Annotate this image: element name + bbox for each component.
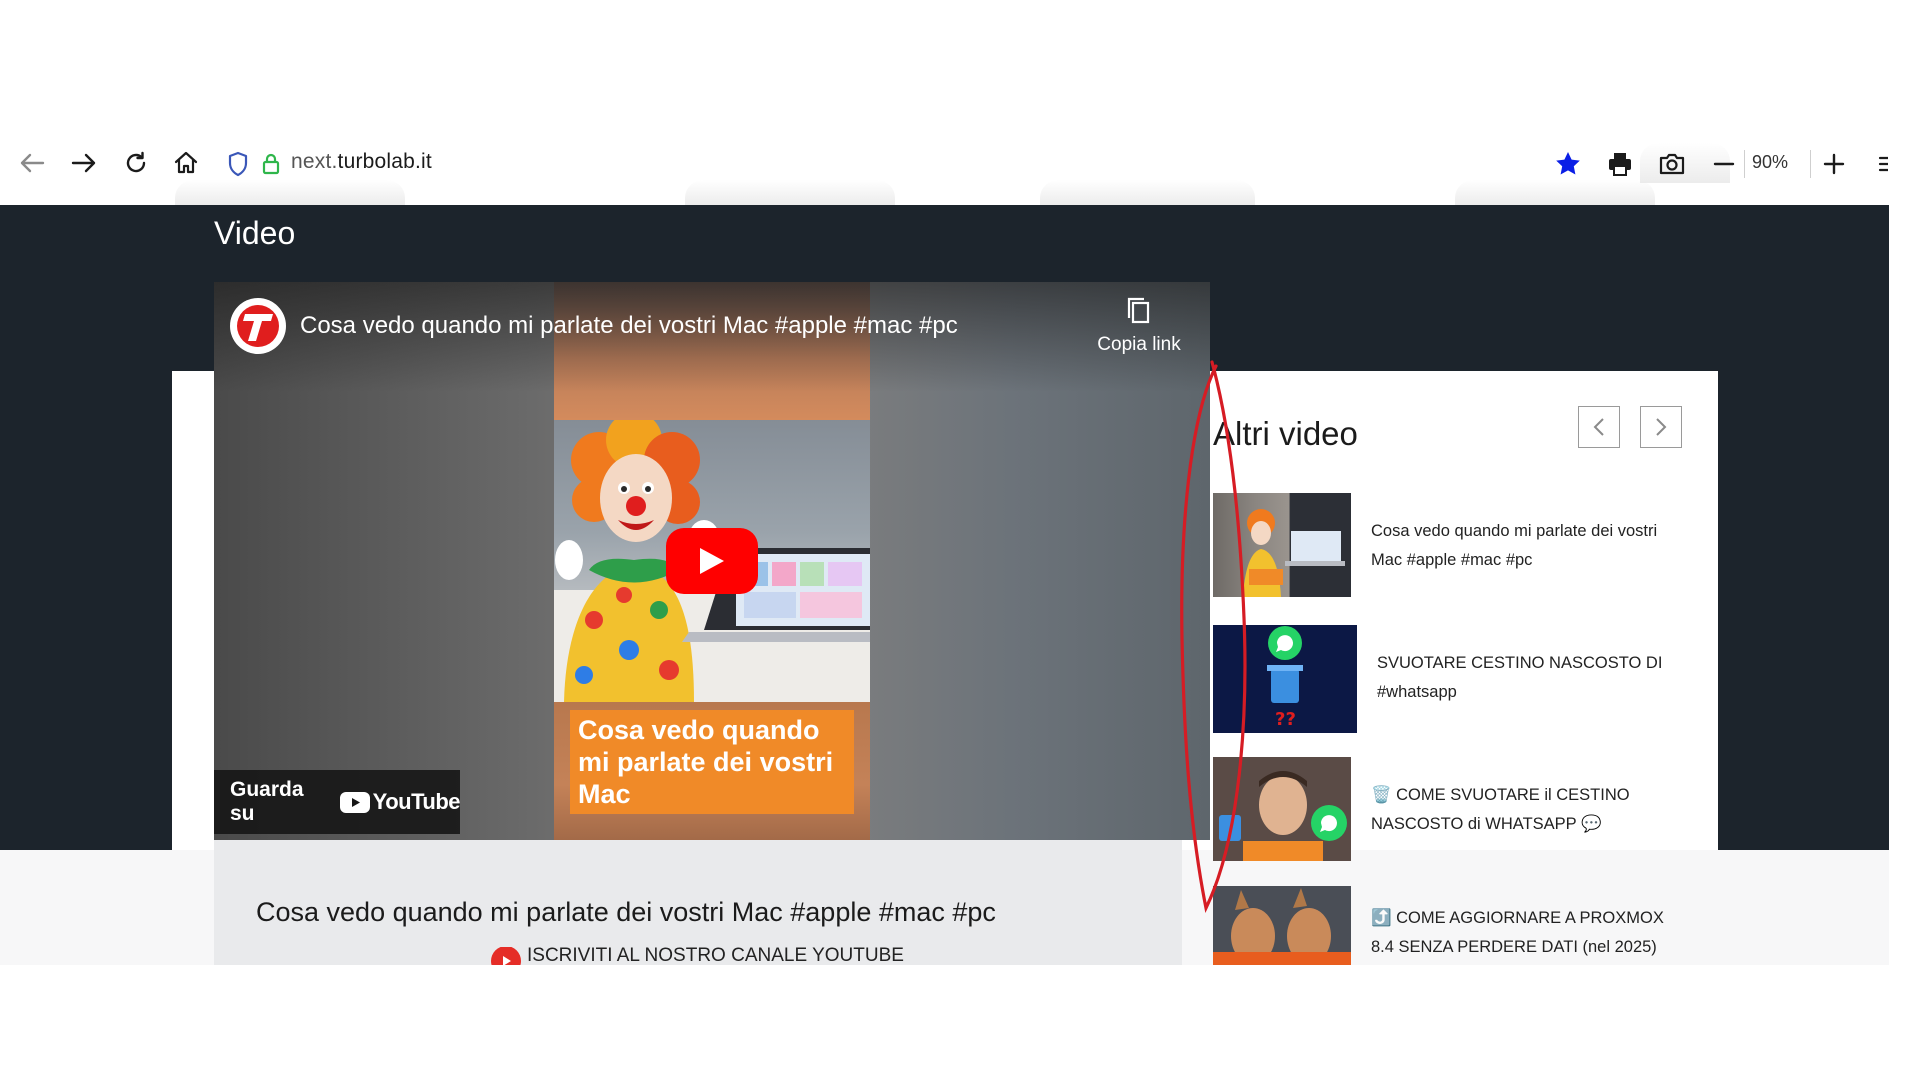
copy-link-button[interactable]: Copia link <box>1084 296 1194 356</box>
back-button[interactable] <box>14 145 50 181</box>
player-title[interactable]: Cosa vedo quando mi parlate dei vostri M… <box>300 312 958 340</box>
page-bottom-blank <box>0 965 1920 1080</box>
printer-icon <box>1609 153 1631 176</box>
tracking-protection-button[interactable] <box>224 148 252 180</box>
forward-button[interactable] <box>66 145 102 181</box>
chevron-right-icon <box>1656 418 1667 436</box>
chevron-left-icon <box>1593 418 1604 436</box>
url-bar[interactable]: next.turbolab.it <box>291 150 432 174</box>
sidebar-video-title: Cosa vedo quando mi parlate dei vostri M… <box>1371 522 1658 569</box>
channel-logo[interactable] <box>230 298 286 354</box>
zoom-out-button[interactable] <box>1708 148 1740 180</box>
home-icon <box>174 151 198 174</box>
annotation-ellipse <box>1180 360 1247 913</box>
menu-button[interactable] <box>1876 148 1890 180</box>
carousel-next-button[interactable] <box>1640 406 1682 448</box>
star-icon <box>1556 152 1580 175</box>
toolbar-separator <box>1810 150 1811 178</box>
background-photo <box>175 180 405 205</box>
watch-on-youtube-button[interactable]: Guarda su YouTube <box>214 770 461 834</box>
copy-icon <box>1127 297 1150 324</box>
carousel-prev-button[interactable] <box>1578 406 1620 448</box>
url-domain: turbolab.it <box>337 150 432 173</box>
sidebar-video-title: ⤴️ COME AGGIORNARE A PROXMOX 8.4 SENZA P… <box>1371 909 1664 956</box>
background-photo <box>685 180 895 205</box>
copy-link-label: Copia link <box>1097 334 1181 355</box>
url-subdomain: next. <box>291 150 338 173</box>
reload-icon <box>126 151 146 173</box>
arrow-right-icon <box>71 153 96 173</box>
sidebar-video-title: 🗑️ COME SVUOTARE il CESTINO NASCOSTO di … <box>1371 786 1630 833</box>
turbolab-logo-icon <box>237 305 279 347</box>
background-photo <box>1040 180 1255 205</box>
background-photo <box>1455 180 1655 205</box>
svg-text:??: ?? <box>1275 709 1296 730</box>
bookmark-button[interactable] <box>1552 148 1584 180</box>
play-icon <box>700 548 724 574</box>
youtube-wordmark: YouTube <box>372 789 461 814</box>
plus-icon <box>1823 153 1845 175</box>
zoom-in-button[interactable] <box>1818 148 1850 180</box>
toolbar-separator <box>1744 150 1745 178</box>
reload-button[interactable] <box>118 145 154 181</box>
video-player[interactable]: Cosa vedo quando mi parlate dei vostri M… <box>214 282 1210 840</box>
arrow-left-icon <box>20 153 45 173</box>
subscribe-link[interactable]: ISCRIVITI AL NOSTRO CANALE YOUTUBE <box>491 947 904 965</box>
video-description-title: Cosa vedo quando mi parlate dei vostri M… <box>256 897 996 927</box>
shield-icon <box>228 151 248 177</box>
play-button[interactable] <box>666 528 758 594</box>
screen: next.turbolab.it 90% Video Cosa vedo qua… <box>0 0 1920 1080</box>
sidebar-video-title: SVUOTARE CESTINO NASCOSTO DI #whatsapp <box>1377 654 1663 701</box>
home-button[interactable] <box>168 145 204 181</box>
site-security-button[interactable] <box>258 148 284 180</box>
section-heading: Video <box>214 215 296 251</box>
screenshot-button[interactable] <box>1656 148 1688 180</box>
youtube-play-icon <box>339 791 370 813</box>
minus-icon <box>1713 162 1735 166</box>
print-button[interactable] <box>1604 148 1636 180</box>
camera-icon <box>1659 153 1685 175</box>
hamburger-icon <box>1878 156 1888 172</box>
watch-on-label: Guarda su <box>230 778 304 825</box>
youtube-circle-icon <box>491 947 521 965</box>
lock-icon <box>262 153 280 175</box>
zoom-level[interactable]: 90% <box>1752 152 1788 173</box>
thumbnail-caption: Cosa vedo quando mi parlate dei vostri M… <box>570 710 854 814</box>
youtube-logo: YouTube <box>339 789 461 815</box>
subscribe-text: ISCRIVITI AL NOSTRO CANALE YOUTUBE <box>527 947 904 965</box>
